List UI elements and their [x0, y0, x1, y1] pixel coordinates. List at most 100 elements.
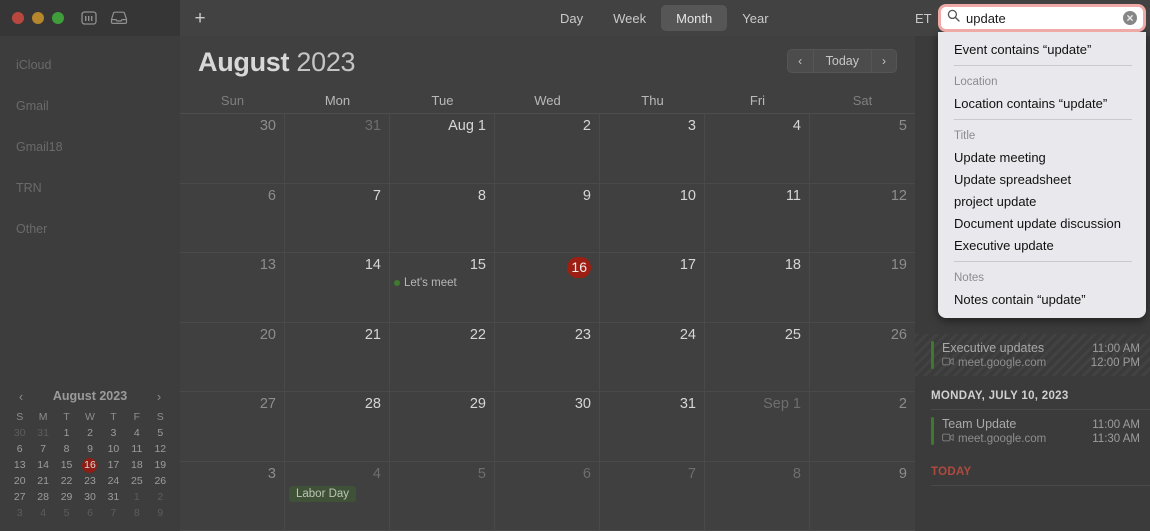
month-day-cell[interactable]: 31 — [600, 392, 705, 462]
month-day-cell[interactable]: 17 — [600, 253, 705, 323]
mini-calendar-day[interactable]: 12 — [149, 441, 172, 457]
mini-calendar-day[interactable]: 27 — [8, 489, 31, 505]
close-window-button[interactable] — [12, 12, 24, 24]
month-day-cell[interactable]: 11 — [705, 183, 810, 253]
mini-calendar-day[interactable]: 7 — [31, 441, 54, 457]
month-day-cell[interactable]: 3 — [600, 114, 705, 184]
mini-calendar-day[interactable]: 11 — [125, 441, 148, 457]
mini-calendar-day[interactable]: 13 — [8, 457, 31, 473]
minimize-window-button[interactable] — [32, 12, 44, 24]
view-button-week[interactable]: Week — [598, 5, 661, 31]
sidebar-group-other[interactable]: Other — [0, 208, 180, 249]
month-day-cell[interactable]: 5 — [390, 461, 495, 531]
sidebar-group-gmail18[interactable]: Gmail18 — [0, 126, 180, 167]
mini-calendar-day[interactable]: 8 — [55, 441, 78, 457]
mini-calendar-day[interactable]: 1 — [125, 489, 148, 505]
dropdown-suggestion-item[interactable]: project update — [938, 190, 1146, 212]
mini-calendar-day[interactable]: 28 — [31, 489, 54, 505]
mini-calendar-day[interactable]: 18 — [125, 457, 148, 473]
month-day-cell[interactable]: 3 — [180, 461, 285, 531]
mini-calendar-day[interactable]: 26 — [149, 473, 172, 489]
mini-calendar-day[interactable]: 30 — [8, 425, 31, 441]
mini-calendar-day[interactable]: 30 — [78, 489, 101, 505]
view-button-year[interactable]: Year — [727, 5, 783, 31]
dropdown-suggestion-item[interactable]: Update meeting — [938, 146, 1146, 168]
mini-calendar-day[interactable]: 14 — [31, 457, 54, 473]
month-day-cell[interactable]: 6 — [180, 183, 285, 253]
month-day-cell[interactable]: 29 — [390, 392, 495, 462]
mini-calendar-day[interactable]: 3 — [8, 505, 31, 521]
month-day-cell[interactable]: 7 — [285, 183, 390, 253]
month-day-cell[interactable]: 23 — [495, 322, 600, 392]
mini-calendar-day[interactable]: 5 — [149, 425, 172, 441]
month-day-cell[interactable]: 28 — [285, 392, 390, 462]
month-day-cell[interactable]: 8 — [705, 461, 810, 531]
month-day-cell[interactable]: 16 — [495, 253, 600, 323]
chevron-left-icon[interactable]: ‹ — [14, 389, 28, 404]
month-day-cell[interactable]: 2 — [495, 114, 600, 184]
dropdown-suggestion-item[interactable]: Document update discussion — [938, 212, 1146, 234]
view-button-day[interactable]: Day — [545, 5, 598, 31]
mini-calendar-day[interactable]: 3 — [102, 425, 125, 441]
month-day-cell[interactable]: 12 — [810, 184, 915, 253]
mini-calendar-day[interactable]: 22 — [55, 473, 78, 489]
mini-calendar-day[interactable]: 16 — [78, 457, 101, 473]
month-day-cell[interactable]: 9 — [495, 183, 600, 253]
dropdown-suggestion-item[interactable]: Event contains “update” — [938, 38, 1146, 60]
month-day-cell[interactable]: 9 — [810, 462, 915, 531]
mini-calendar-day[interactable]: 6 — [78, 505, 101, 521]
month-day-cell[interactable]: 26 — [810, 323, 915, 392]
month-day-cell[interactable]: 4 — [705, 114, 810, 184]
month-day-cell[interactable]: 25 — [705, 322, 810, 392]
mini-calendar-day[interactable]: 25 — [125, 473, 148, 489]
month-day-cell[interactable]: 7 — [600, 461, 705, 531]
clear-circle-icon[interactable] — [1123, 11, 1137, 25]
calendar-grid-icon[interactable] — [78, 8, 100, 28]
event-list-item[interactable]: Executive updates 11:00 AM meet.google.com… — [915, 334, 1150, 376]
month-day-cell[interactable]: 14 — [285, 253, 390, 323]
month-day-cell[interactable]: 6 — [495, 461, 600, 531]
mini-calendar-day[interactable]: 5 — [55, 505, 78, 521]
mini-calendar-day[interactable]: 6 — [8, 441, 31, 457]
dropdown-suggestion-item[interactable]: Location contains “update” — [938, 92, 1146, 114]
view-button-month[interactable]: Month — [661, 5, 728, 31]
zoom-window-button[interactable] — [52, 12, 64, 24]
mini-calendar-day[interactable]: 31 — [31, 425, 54, 441]
month-day-cell[interactable]: 5 — [810, 114, 915, 184]
month-day-cell[interactable]: 24 — [600, 322, 705, 392]
today-button[interactable]: Today — [812, 49, 871, 73]
dropdown-suggestion-item[interactable]: Executive update — [938, 234, 1146, 256]
sidebar-group-icloud[interactable]: iCloud — [0, 44, 180, 85]
month-day-cell[interactable]: 27 — [180, 392, 285, 462]
dropdown-suggestion-item[interactable]: Update spreadsheet — [938, 168, 1146, 190]
mini-calendar-day[interactable]: 9 — [78, 441, 101, 457]
mini-calendar-day[interactable]: 1 — [55, 425, 78, 441]
mini-calendar-day[interactable]: 4 — [31, 505, 54, 521]
mini-calendar-day[interactable]: 8 — [125, 505, 148, 521]
next-month-button[interactable]: › — [871, 49, 897, 73]
month-day-cell[interactable]: 13 — [180, 253, 285, 323]
inbox-tray-icon[interactable] — [108, 8, 130, 28]
month-day-cell[interactable]: 10 — [600, 183, 705, 253]
mini-calendar-day[interactable]: 15 — [55, 457, 78, 473]
mini-calendar-day[interactable]: 9 — [149, 505, 172, 521]
sidebar-group-gmail[interactable]: Gmail — [0, 85, 180, 126]
mini-calendar-day[interactable]: 2 — [149, 489, 172, 505]
mini-calendar-day[interactable]: 20 — [8, 473, 31, 489]
month-day-cell[interactable]: Aug 1 — [390, 114, 495, 184]
month-day-cell[interactable]: 4 Labor Day — [285, 461, 390, 531]
mini-calendar-day[interactable]: 19 — [149, 457, 172, 473]
month-day-cell[interactable]: 20 — [180, 322, 285, 392]
mini-calendar-day[interactable]: 24 — [102, 473, 125, 489]
calendar-event-item[interactable]: Let's meet — [394, 277, 486, 289]
month-day-cell[interactable]: 15 Let's meet — [390, 253, 495, 323]
month-day-cell[interactable]: 30 — [495, 392, 600, 462]
month-day-cell[interactable]: 31 — [285, 114, 390, 184]
mini-calendar-day[interactable]: 7 — [102, 505, 125, 521]
chevron-right-icon[interactable]: › — [152, 389, 166, 404]
month-day-cell[interactable]: 22 — [390, 322, 495, 392]
sidebar-group-trn[interactable]: TRN — [0, 167, 180, 208]
dropdown-suggestion-item[interactable]: Notes contain “update” — [938, 288, 1146, 310]
month-day-cell[interactable]: Sep 1 — [705, 392, 810, 462]
mini-calendar-day[interactable]: 17 — [102, 457, 125, 473]
